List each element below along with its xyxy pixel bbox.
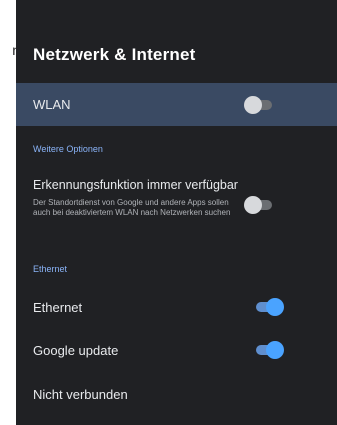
ethernet-toggle[interactable] [252,298,284,316]
google-update-row[interactable]: Google update [16,333,337,369]
wlan-label: WLAN [33,97,71,112]
wlan-row[interactable]: WLAN [16,83,337,126]
wlan-toggle[interactable] [244,96,276,114]
google-update-toggle[interactable] [252,341,284,359]
section-header-ethernet: Ethernet [33,264,68,274]
toggle-thumb [244,96,262,114]
ethernet-label: Ethernet [33,300,83,315]
connection-status-label: Nicht verbunden [33,387,128,402]
connection-status-row[interactable]: Nicht verbunden [16,378,337,412]
scanning-toggle[interactable] [244,196,276,214]
scanning-row[interactable]: Erkennungsfunktion immer verfügbar Der S… [16,170,337,240]
ethernet-row[interactable]: Ethernet [16,290,337,326]
section-header-more-options: Weitere Optionen [33,144,103,154]
google-update-label: Google update [33,343,119,358]
settings-panel: Netzwerk & Internet WLAN Weitere Optione… [16,0,337,425]
scanning-description: Der Standortdienst von Google und andere… [33,198,231,217]
toggle-thumb [244,196,262,214]
page-title: Netzwerk & Internet [33,45,196,64]
toggle-thumb [266,341,284,359]
toggle-thumb [266,298,284,316]
scanning-label: Erkennungsfunktion immer verfügbar [33,178,238,192]
